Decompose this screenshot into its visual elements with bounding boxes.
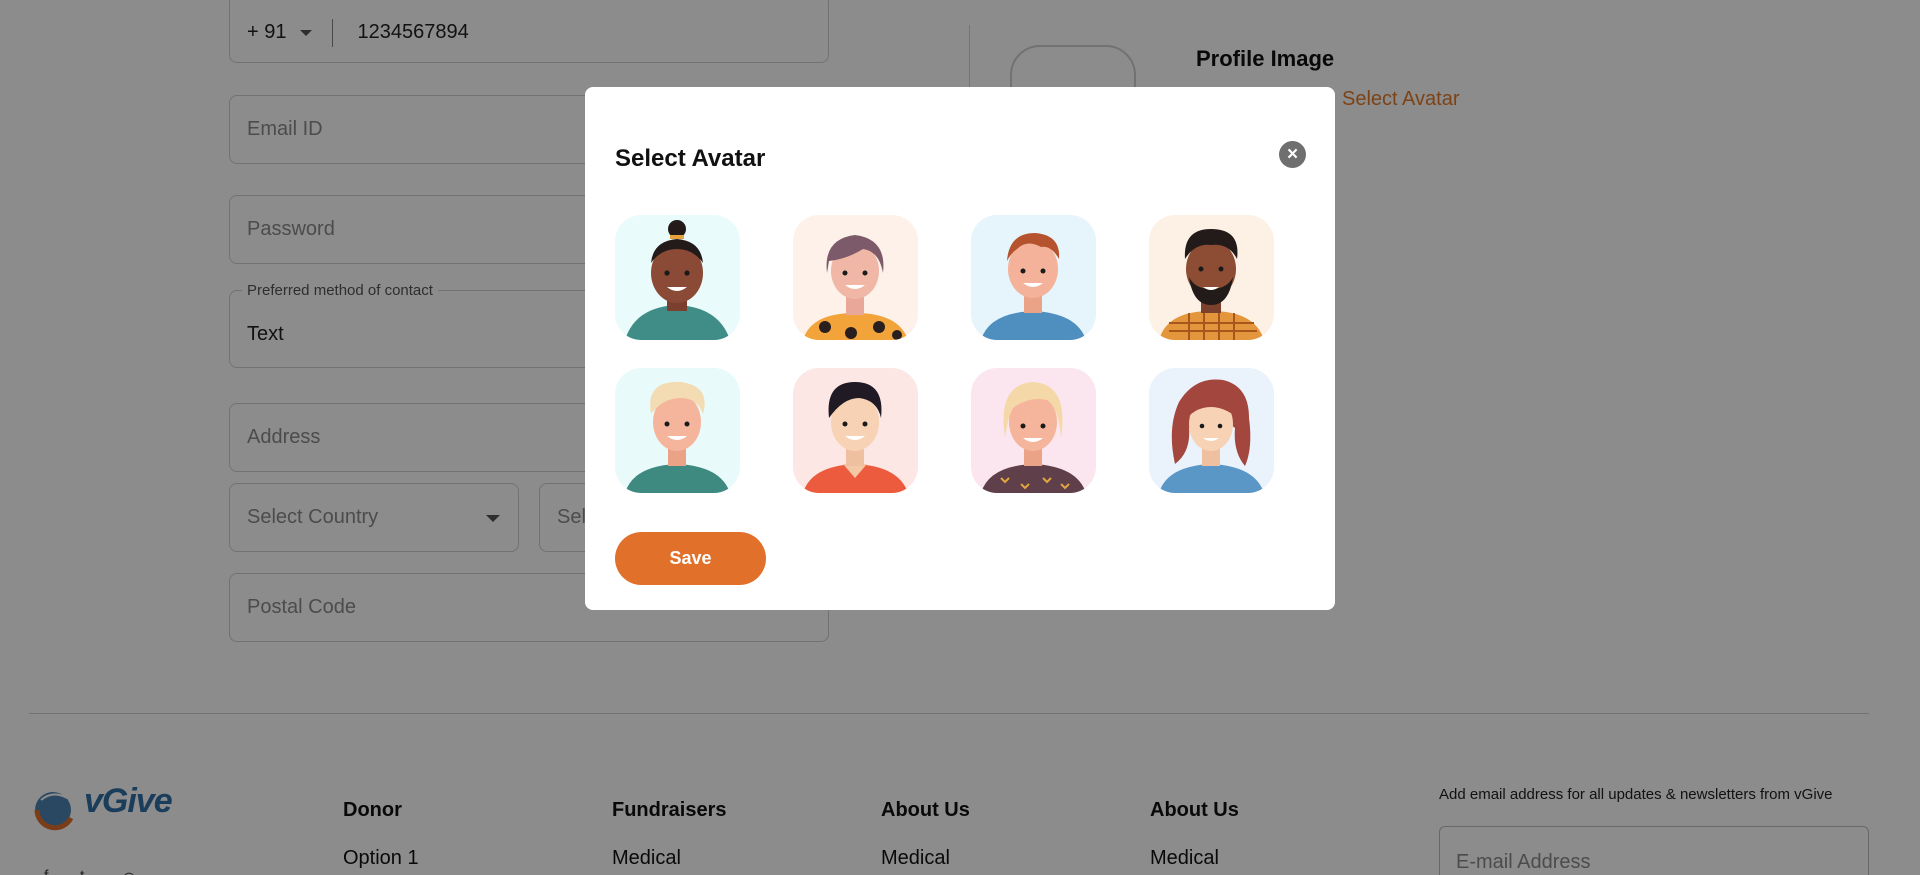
avatar-option-4[interactable] (1149, 215, 1274, 340)
modal-title: Select Avatar (615, 145, 766, 172)
avatar-option-3[interactable] (971, 215, 1096, 340)
avatar-1-icon (615, 215, 740, 340)
avatar-5-icon (615, 368, 740, 493)
select-avatar-modal: Select Avatar × Save (585, 87, 1335, 610)
avatar-option-6[interactable] (793, 368, 918, 493)
avatar-option-7[interactable] (971, 368, 1096, 493)
avatar-option-2[interactable] (793, 215, 918, 340)
avatar-7-icon (971, 368, 1096, 493)
avatar-3-icon (971, 215, 1096, 340)
avatar-6-icon (793, 368, 918, 493)
save-button[interactable]: Save (615, 532, 766, 585)
avatar-8-icon (1149, 368, 1274, 493)
avatar-option-5[interactable] (615, 368, 740, 493)
avatar-4-icon (1149, 215, 1274, 340)
avatar-option-8[interactable] (1149, 368, 1274, 493)
avatar-2-icon (793, 215, 918, 340)
avatar-option-1[interactable] (615, 215, 740, 340)
close-icon[interactable]: × (1279, 141, 1306, 168)
